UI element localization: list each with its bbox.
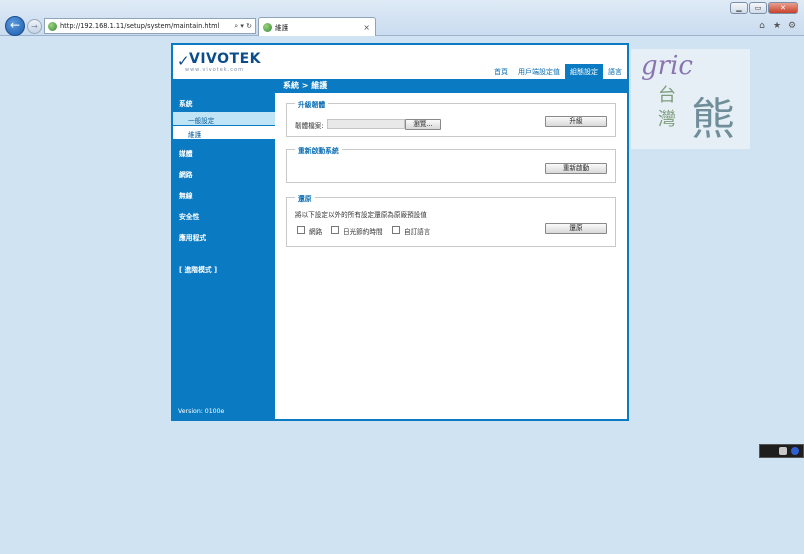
watermark-big-char: 熊 [691, 94, 735, 145]
sidebar-item-maintain[interactable]: 維護 [173, 126, 275, 139]
restore-section: 還原 將以下設定以外的所有設定還原為原廠預設值 網路 日光節約時間 自訂語言 還… [286, 193, 616, 247]
tray-widget [759, 444, 804, 458]
sidebar-item-advanced-mode[interactable]: [ 進階模式 ] [179, 264, 217, 274]
reboot-section: 重新啟動系統 重新啟動 [286, 145, 616, 183]
window-controls: ▁ ▭ ✕ [729, 2, 798, 14]
favorites-star-icon[interactable]: ★ [771, 20, 783, 32]
keep-custom-language-checkbox[interactable] [392, 226, 400, 234]
keep-custom-language-label: 自訂語言 [404, 228, 431, 236]
sidebar-item-media[interactable]: 媒體 [179, 148, 193, 158]
browse-button[interactable]: 瀏覽... [405, 119, 441, 130]
logo-text: VIVOTEK [189, 51, 261, 67]
tab-favicon-icon [263, 22, 272, 32]
upgrade-firmware-legend: 升級韌體 [295, 99, 329, 109]
watermark-logo: gric 台 灣 熊 [631, 49, 750, 149]
nav-home[interactable]: 首頁 [489, 64, 513, 79]
sidebar-item-network[interactable]: 網路 [179, 169, 193, 179]
address-bar[interactable]: http://192.168.1.11/setup/system/maintai… [44, 18, 256, 34]
arrow-right-icon: → [31, 22, 38, 31]
minimize-button[interactable]: ▁ [730, 2, 748, 14]
keep-network-checkbox[interactable] [297, 226, 305, 234]
camera-admin-frame: ✓ VIVOTEK www.vivotek.com 首頁 用戶端設定值 組態設定… [171, 43, 629, 421]
sidebar-item-wireless[interactable]: 無線 [179, 190, 193, 200]
forward-button[interactable]: → [27, 19, 42, 34]
arrow-left-icon: ← [9, 18, 21, 32]
sidebar-item-apps[interactable]: 應用程式 [179, 232, 206, 242]
keep-network-label: 網路 [309, 228, 323, 236]
back-button[interactable]: ← [5, 16, 25, 36]
nav-language[interactable]: 語言 [603, 64, 627, 79]
browser-tools: ⌂ ★ ⚙ [753, 20, 798, 32]
restore-legend: 還原 [295, 193, 315, 203]
settings-gear-icon[interactable]: ⚙ [786, 20, 798, 32]
home-icon[interactable]: ⌂ [756, 20, 768, 32]
reboot-button[interactable]: 重新啟動 [545, 163, 607, 174]
main-content: 升級韌體 韌體檔案: 瀏覽... 升級 重新啟動系統 重新啟動 還原 將以下設定… [275, 93, 627, 419]
breadcrumb-bar: 系統 > 維護 [173, 79, 627, 93]
sidebar-item-security[interactable]: 安全性 [179, 211, 199, 221]
close-window-button[interactable]: ✕ [768, 2, 798, 14]
sidebar-item-general[interactable]: 一般設定 [173, 112, 275, 125]
keep-daylight-saving-checkbox[interactable] [331, 226, 339, 234]
vivotek-logo[interactable]: ✓ VIVOTEK www.vivotek.com [177, 51, 267, 75]
watermark-latin-text: gric [641, 51, 693, 81]
top-navigation: 首頁 用戶端設定值 組態設定 語言 [489, 64, 627, 79]
maximize-button[interactable]: ▭ [749, 2, 767, 14]
watermark-char-2: 灣 [658, 109, 676, 130]
url-text: http://192.168.1.11/setup/system/maintai… [60, 22, 220, 30]
restore-button[interactable]: 還原 [545, 223, 607, 234]
sidebar-item-system[interactable]: 系統 [179, 98, 193, 108]
browser-tab[interactable]: 維護 × [258, 17, 376, 36]
upgrade-firmware-section: 升級韌體 韌體檔案: 瀏覽... 升級 [286, 99, 616, 137]
sidebar: 系統 一般設定 維護 媒體 網路 無線 安全性 應用程式 [ 進階模式 ] Ve… [173, 93, 275, 419]
restore-description: 將以下設定以外的所有設定還原為原廠預設值 [295, 211, 427, 219]
firmware-version: Version: 0100e [178, 408, 225, 415]
header: ✓ VIVOTEK www.vivotek.com 首頁 用戶端設定值 組態設定… [173, 45, 627, 79]
page-favicon-icon [48, 21, 57, 31]
tab-close-icon[interactable]: × [363, 23, 375, 32]
page-viewport: ✓ VIVOTEK www.vivotek.com 首頁 用戶端設定值 組態設定… [0, 36, 804, 554]
upgrade-button[interactable]: 升級 [545, 116, 607, 127]
reboot-legend: 重新啟動系統 [295, 145, 342, 155]
keyboard-icon[interactable] [779, 447, 787, 455]
firmware-file-input[interactable] [327, 119, 405, 129]
firmware-file-label: 韌體檔案: [295, 122, 324, 130]
tab-title: 維護 [275, 24, 289, 32]
address-actions-icons[interactable]: ⌕ ▾ ↻ [234, 22, 255, 31]
logo-subtext: www.vivotek.com [185, 67, 244, 73]
nav-configuration[interactable]: 組態設定 [565, 64, 603, 79]
nav-client-settings[interactable]: 用戶端設定值 [513, 64, 565, 79]
keep-daylight-saving-label: 日光節約時間 [343, 228, 383, 236]
help-icon[interactable] [791, 447, 799, 455]
breadcrumb: 系統 > 維護 [283, 81, 328, 90]
watermark-char-1: 台 [658, 85, 676, 106]
browser-chrome: ▁ ▭ ✕ ← → http://192.168.1.11/setup/syst… [0, 0, 804, 36]
